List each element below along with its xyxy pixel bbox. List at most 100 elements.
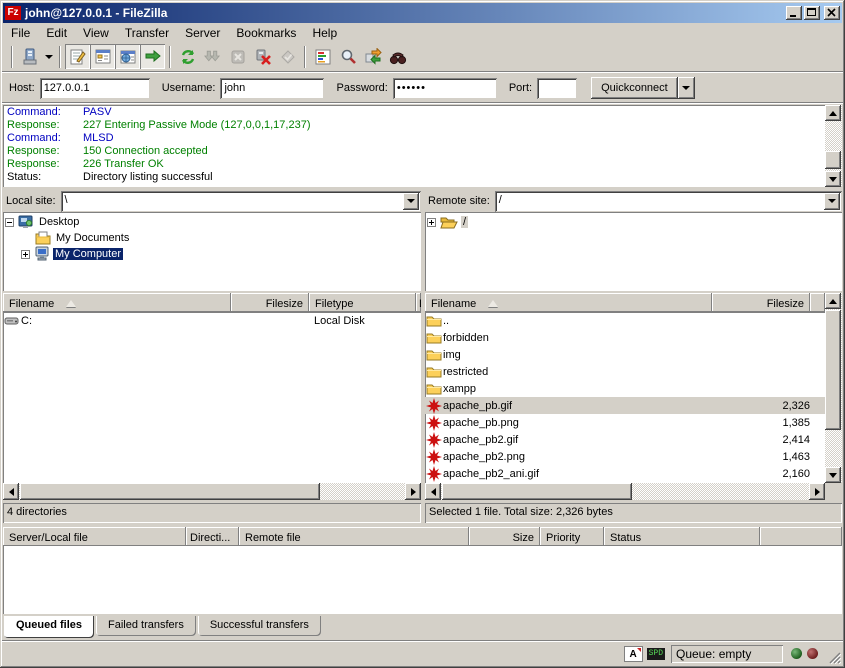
site-manager-button[interactable]: [17, 44, 42, 69]
status-bar: A SPD Queue: empty: [3, 642, 842, 665]
column-header-direction[interactable]: Directi...: [186, 527, 239, 546]
tree-item-root[interactable]: /: [427, 214, 842, 230]
synchronized-browsing-button[interactable]: [385, 44, 410, 69]
local-site-label: Local site:: [3, 195, 61, 207]
titlebar[interactable]: Fz john@127.0.0.1 - FileZilla: [3, 3, 842, 23]
tab-queued-files[interactable]: Queued files: [4, 616, 94, 638]
arrow-right-icon: [815, 488, 820, 496]
log-label: Command:: [7, 106, 83, 119]
tree-item-my-computer[interactable]: My Computer: [21, 246, 421, 262]
comparison-icon: [364, 48, 382, 66]
menu-help[interactable]: Help: [304, 24, 345, 42]
table-row[interactable]: xampp: [425, 380, 825, 397]
column-header-server-local-file[interactable]: Server/Local file: [3, 527, 186, 546]
local-site-combobox[interactable]: \: [61, 191, 421, 212]
password-input[interactable]: [393, 78, 497, 99]
quickconnect-button[interactable]: Quickconnect: [591, 77, 678, 99]
minimize-button[interactable]: [786, 6, 802, 20]
table-row[interactable]: img: [425, 346, 825, 363]
site-manager-dropdown[interactable]: [42, 44, 55, 69]
tab-failed-transfers[interactable]: Failed transfers: [96, 616, 196, 636]
remote-vscrollbar[interactable]: [825, 293, 842, 483]
collapse-icon[interactable]: [5, 218, 14, 227]
menu-edit[interactable]: Edit: [38, 24, 75, 42]
window-title: john@127.0.0.1 - FileZilla: [25, 6, 786, 20]
table-row[interactable]: apache_pb2.png 1,463: [425, 448, 825, 465]
scroll-up-button[interactable]: [825, 105, 841, 121]
log-text: Directory listing successful: [83, 171, 213, 184]
menu-view[interactable]: View: [75, 24, 117, 42]
type-marker-icon: [637, 648, 641, 652]
tree-item-my-documents[interactable]: My Documents: [35, 230, 421, 246]
close-button[interactable]: [824, 6, 840, 20]
scroll-right-button[interactable]: [405, 483, 421, 500]
table-row[interactable]: apache_pb2_ani.gif 2,160: [425, 465, 825, 482]
scrollbar-thumb[interactable]: [442, 483, 632, 500]
tree-item-label: /: [461, 216, 468, 228]
table-row[interactable]: restricted: [425, 363, 825, 380]
log-scrollbar[interactable]: [825, 105, 842, 187]
port-input[interactable]: [537, 78, 577, 99]
folder-icon: [426, 331, 442, 344]
scrollbar-thumb[interactable]: [825, 151, 841, 169]
maximize-button[interactable]: [804, 6, 820, 20]
resize-grip[interactable]: [827, 650, 841, 664]
expand-icon[interactable]: [427, 218, 436, 227]
scroll-up-button[interactable]: [825, 293, 841, 309]
column-header-clipped[interactable]: L: [416, 293, 421, 312]
toggle-remote-tree-button[interactable]: [115, 44, 140, 69]
column-header-remote-file[interactable]: Remote file: [239, 527, 469, 546]
local-hscrollbar[interactable]: [3, 483, 421, 500]
username-input[interactable]: [220, 78, 324, 99]
scroll-down-button[interactable]: [825, 171, 841, 187]
refresh-button[interactable]: [175, 44, 200, 69]
scrollbar-thumb[interactable]: [825, 310, 841, 430]
cancel-button[interactable]: [225, 44, 250, 69]
directory-comparison-button[interactable]: [360, 44, 385, 69]
scroll-left-button[interactable]: [425, 483, 441, 500]
speed-limit-indicator: SPD: [647, 648, 665, 660]
toggle-local-tree-button[interactable]: [90, 44, 115, 69]
menu-bookmarks[interactable]: Bookmarks: [228, 24, 304, 42]
scroll-right-button[interactable]: [809, 483, 825, 500]
scrollbar-thumb[interactable]: [20, 483, 320, 500]
column-header-filename[interactable]: Filename: [3, 293, 231, 312]
scroll-left-button[interactable]: [3, 483, 19, 500]
host-input[interactable]: [40, 78, 150, 99]
process-queue-button[interactable]: [200, 44, 225, 69]
scroll-down-button[interactable]: [825, 467, 841, 483]
column-header-filetype[interactable]: Filetype: [309, 293, 416, 312]
column-header-filename[interactable]: Filename: [425, 293, 712, 312]
table-row[interactable]: forbidden: [425, 329, 825, 346]
column-header-priority[interactable]: Priority: [540, 527, 604, 546]
table-row[interactable]: ..: [425, 312, 825, 329]
tab-successful-transfers[interactable]: Successful transfers: [198, 616, 321, 636]
remote-hscrollbar[interactable]: [425, 483, 825, 500]
column-header-status[interactable]: Status: [604, 527, 760, 546]
disconnect-button[interactable]: [250, 44, 275, 69]
file-search-button[interactable]: [335, 44, 360, 69]
remote-site-dropdown[interactable]: [824, 193, 840, 210]
local-site-value: \: [65, 194, 68, 206]
menu-transfer[interactable]: Transfer: [117, 24, 177, 42]
column-header-filesize[interactable]: Filesize: [231, 293, 309, 312]
table-row[interactable]: C: Local Disk: [3, 312, 421, 329]
toggle-message-log-button[interactable]: [65, 44, 90, 69]
toggle-queue-view-button[interactable]: [140, 44, 165, 69]
menu-file[interactable]: File: [3, 24, 38, 42]
remote-site-combobox[interactable]: /: [495, 191, 842, 212]
table-row[interactable]: apache_pb.png 1,385: [425, 414, 825, 431]
directory-listing-filter-button[interactable]: [310, 44, 335, 69]
log-text: 150 Connection accepted: [83, 145, 208, 158]
menu-server[interactable]: Server: [177, 24, 228, 42]
local-site-dropdown[interactable]: [403, 193, 419, 210]
table-row[interactable]: apache_pb2.gif 2,414: [425, 431, 825, 448]
column-header-size[interactable]: Size: [469, 527, 540, 546]
remote-tree: /: [425, 212, 842, 291]
tree-item-desktop[interactable]: Desktop: [5, 214, 421, 230]
expand-icon[interactable]: [21, 250, 30, 259]
table-row-selected[interactable]: apache_pb.gif 2,326: [425, 397, 825, 414]
column-header-filesize[interactable]: Filesize: [712, 293, 810, 312]
quickconnect-dropdown[interactable]: [678, 77, 695, 99]
reconnect-button[interactable]: [275, 44, 300, 69]
